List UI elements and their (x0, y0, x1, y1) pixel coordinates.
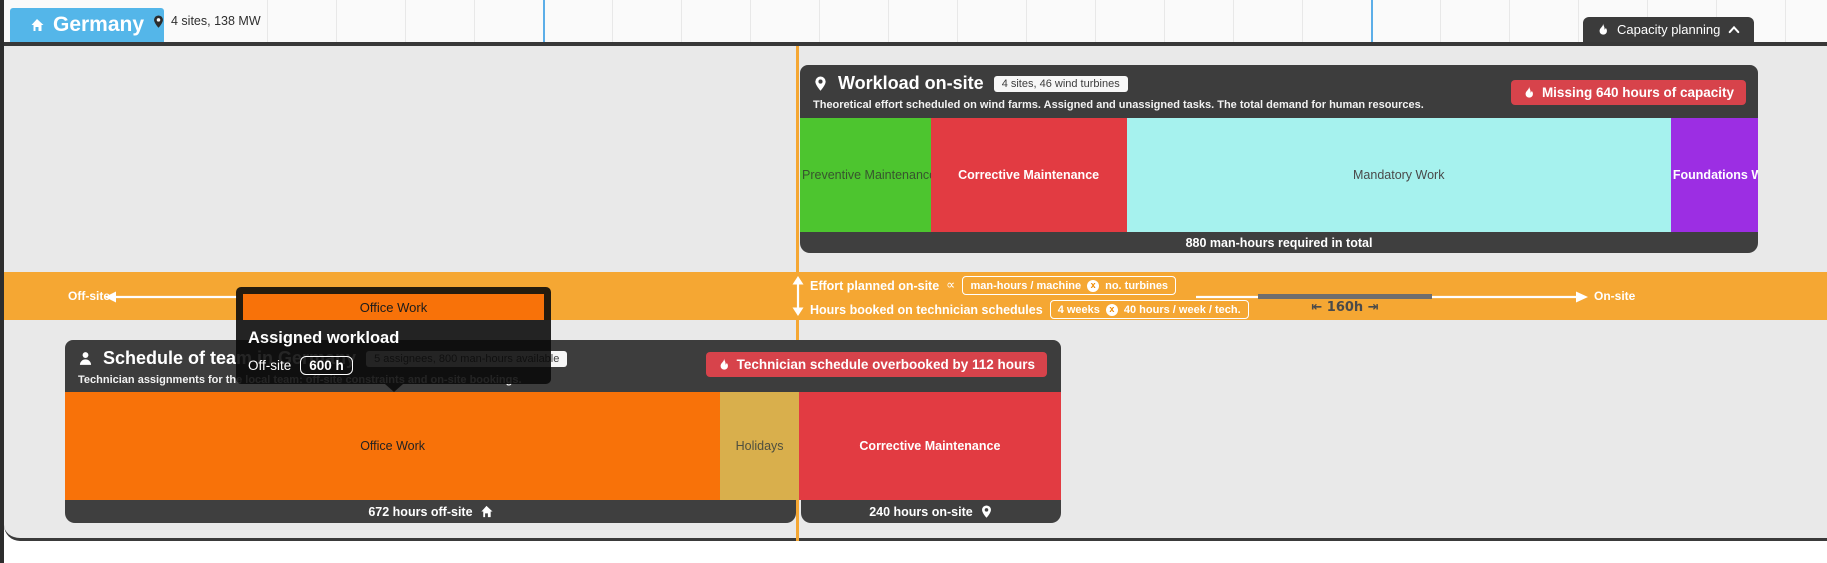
bar-segment-corrective-maintenance[interactable]: Corrective Maintenance (931, 118, 1127, 232)
timeline-gridline (1440, 0, 1441, 42)
home-icon (480, 505, 493, 518)
double-arrow-vertical-icon (791, 276, 805, 316)
topbar-border (0, 42, 1827, 46)
multiply-icon: x (1106, 304, 1118, 316)
timeline-gridline (750, 0, 751, 42)
workload-total-footer: 880 man-hours required in total (800, 232, 1758, 253)
timeline-gridline (1026, 0, 1027, 42)
workload-panel: Workload on-site 4 sites, 46 wind turbin… (800, 65, 1758, 253)
hours-booked-row: Hours booked on technician schedules 4 w… (810, 300, 1249, 319)
workload-panel-title: Workload on-site (838, 73, 984, 94)
topbar (4, 0, 1827, 42)
proportional-symbol: ∝ (946, 278, 955, 293)
flame-icon (1523, 86, 1535, 99)
tooltip-row-label: Off-site (248, 358, 291, 373)
workload-panel-header: Workload on-site 4 sites, 46 wind turbin… (800, 65, 1758, 118)
timeline-gridline (612, 0, 613, 42)
assigned-workload-tooltip: Office Work Assigned workload Off-site 6… (236, 287, 551, 384)
hours-booked-label: Hours booked on technician schedules (810, 303, 1043, 317)
workload-panel-badge: 4 sites, 46 wind turbines (994, 76, 1128, 92)
tooltip-caret-icon (385, 384, 403, 392)
multiply-icon: x (1087, 280, 1099, 292)
tooltip-segment-bar: Office Work (243, 294, 544, 320)
timeline-gridline (405, 0, 406, 42)
sites-summary: 4 sites, 138 MW (152, 0, 261, 42)
missing-capacity-badge: Missing 640 hours of capacity (1511, 80, 1746, 105)
capacity-planning-label: Capacity planning (1617, 22, 1720, 37)
flame-icon (718, 358, 730, 371)
chevron-up-icon (1728, 24, 1740, 35)
timeline-gridline (267, 0, 268, 42)
map-pin-icon (813, 76, 828, 91)
person-icon (78, 351, 93, 366)
onsite-axis-label: On-site (1594, 289, 1635, 303)
region-tab-label: Germany (53, 13, 144, 37)
map-pin-icon (980, 505, 993, 518)
tooltip-row-value: 600 h (300, 356, 353, 375)
tooltip-heading: Assigned workload (248, 329, 544, 348)
flame-icon (1597, 23, 1609, 36)
arrow-left-icon (105, 291, 239, 303)
bar-segment-foundations-work[interactable]: Foundations Work (1671, 118, 1758, 232)
bar-segment-label: Holidays (736, 439, 784, 453)
timeline-gridline (888, 0, 889, 42)
effort-planned-row: Effort planned on-site ∝ man-hours / mac… (810, 276, 1176, 295)
timeline-gridline (336, 0, 337, 42)
timeline-gridline (1509, 0, 1510, 42)
bar-segment-label: Corrective Maintenance (958, 168, 1099, 182)
map-pin-icon (152, 15, 165, 28)
timeline-gridline (543, 0, 545, 42)
timeline-gridline (1095, 0, 1096, 42)
capacity-planning-tab[interactable]: Capacity planning (1583, 17, 1754, 42)
bar-segment-mandatory-work[interactable]: Mandatory Work (1127, 118, 1671, 232)
bar-segment-label: Corrective Maintenance (859, 439, 1000, 453)
timeline-gridline (819, 0, 820, 42)
offsite-axis-label: Off-site (68, 289, 110, 303)
bar-segment-label: Office Work (360, 439, 425, 453)
workload-bars: Preventive Maintenance Corrective Mainten… (800, 118, 1758, 232)
sites-summary-text: 4 sites, 138 MW (171, 14, 261, 28)
topbar-grid (4, 0, 1827, 42)
onsite-hours-footer: 240 hours on-site (801, 500, 1061, 523)
timeline-gridline (1233, 0, 1234, 42)
schedule-bars: Office Work Holidays Corrective Maintenanc… (65, 392, 1061, 500)
scale-marker-label: ⇤ 160h ⇥ (1280, 300, 1410, 315)
overbooked-badge: Technician schedule overbooked by 112 ho… (706, 352, 1047, 377)
scale-segment-160h (1258, 294, 1432, 299)
region-tab-germany[interactable]: Germany (10, 8, 164, 42)
timeline-gridline (1578, 0, 1579, 42)
bar-segment-label: Preventive Maintenance (802, 168, 931, 182)
timeline-gridline (1371, 0, 1373, 42)
timeline-gridline (1164, 0, 1165, 42)
tooltip-row: Off-site 600 h (248, 356, 544, 375)
bar-segment-office-work[interactable]: Office Work (65, 392, 720, 500)
bar-segment-holidays[interactable]: Holidays (720, 392, 799, 500)
effort-formula-badge: man-hours / machine x no. turbines (962, 276, 1176, 295)
timeline-gridline (681, 0, 682, 42)
effort-planned-label: Effort planned on-site (810, 279, 939, 293)
schedule-panel: Schedule of team in Germany 5 assignees,… (65, 340, 1061, 523)
offsite-hours-footer: 672 hours off-site (65, 500, 796, 523)
schedule-footers: 672 hours off-site 240 hours on-site (65, 500, 1061, 523)
bar-segment-label: Foundations Work (1673, 168, 1758, 182)
timeline-gridline (1302, 0, 1303, 42)
home-icon (30, 18, 44, 32)
schedule-panel-header: Schedule of team in Germany 5 assignees,… (65, 340, 1061, 392)
timeline-gridline (474, 0, 475, 42)
timeline-gridline (957, 0, 958, 42)
bar-segment-label: Mandatory Work (1353, 168, 1444, 182)
left-edge-strip (0, 0, 4, 563)
timeline-gridline (1785, 0, 1786, 42)
bar-segment-corrective-maintenance[interactable]: Corrective Maintenance (799, 392, 1061, 500)
capacity-planning-page: Germany 4 sites, 138 MW Capacity plannin… (0, 0, 1827, 563)
bar-segment-preventive-maintenance[interactable]: Preventive Maintenance (800, 118, 931, 232)
